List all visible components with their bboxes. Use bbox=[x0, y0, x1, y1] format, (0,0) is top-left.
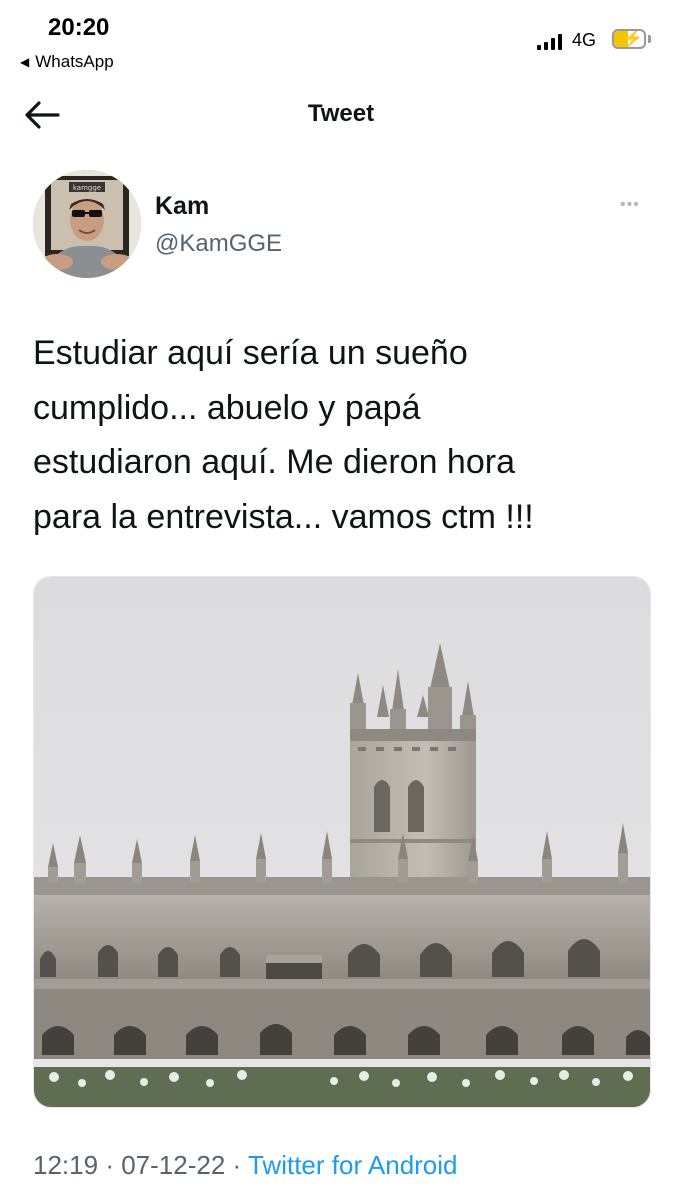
tweet-source-link[interactable]: Twitter for Android bbox=[248, 1150, 458, 1180]
svg-text:kamgge: kamgge bbox=[73, 184, 101, 192]
tweet-time: 12:19 bbox=[33, 1150, 99, 1180]
back-triangle-icon: ◀ bbox=[20, 55, 30, 69]
charging-bolt-icon: ⚡ bbox=[622, 29, 644, 48]
signal-icon bbox=[537, 34, 563, 50]
tweet-text: Estudiar aquí sería un sueño cumplido...… bbox=[33, 334, 534, 536]
meta-separator: · bbox=[232, 1150, 242, 1180]
avatar[interactable]: kamgge bbox=[33, 170, 141, 278]
tweet-header: Tweet bbox=[0, 80, 682, 150]
battery-icon: ⚡ bbox=[612, 29, 646, 49]
back-app-label: WhatsApp bbox=[35, 52, 114, 71]
back-to-app-link[interactable]: ◀ WhatsApp bbox=[20, 52, 114, 72]
tweet-media-image[interactable] bbox=[33, 576, 651, 1108]
author-name[interactable]: Kam bbox=[155, 192, 209, 221]
battery-cap bbox=[648, 35, 651, 43]
meta-separator: · bbox=[105, 1150, 114, 1180]
author-handle[interactable]: @KamGGE bbox=[155, 230, 282, 258]
page-title: Tweet bbox=[307, 100, 375, 127]
more-dots-icon[interactable]: ••• bbox=[620, 196, 640, 214]
status-time: 20:20 bbox=[48, 14, 110, 41]
tweet-meta: 12:19 · 07-12-22 · Twitter for Android bbox=[33, 1150, 458, 1181]
tweet-date: 07-12-22 bbox=[121, 1150, 226, 1180]
status-bar: 20:20 ◀ WhatsApp 4G ⚡ bbox=[0, 0, 682, 80]
network-label: 4G bbox=[572, 30, 597, 50]
